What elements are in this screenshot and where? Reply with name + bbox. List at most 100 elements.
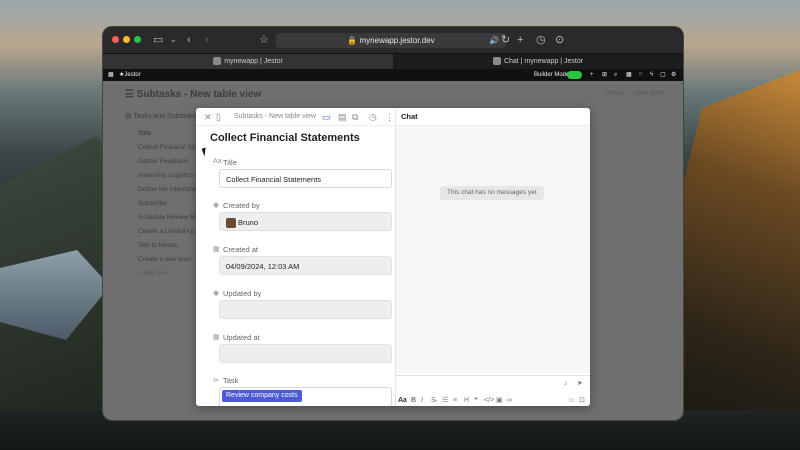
code-icon[interactable]: </> — [484, 396, 494, 405]
brand-label: Jestor — [124, 72, 141, 78]
flash-icon[interactable]: ϟ — [650, 69, 653, 81]
history-clock-icon[interactable]: ◷ — [536, 33, 546, 47]
created-at-field: 04/09/2024, 12:03 AM — [219, 256, 392, 275]
table-row[interactable]: Define the Internship — [138, 186, 198, 193]
title-input[interactable]: Collect Financial Statements — [219, 169, 392, 188]
zoom-window-button[interactable] — [134, 36, 141, 43]
close-window-button[interactable] — [112, 36, 119, 43]
numbered-list-icon[interactable]: ≡ — [453, 396, 457, 405]
jestor-top-bar: ▦ ★ Jestor Builder Mode + ⊞ ⌕ ▦ ⁙ ϟ ▢ ⚙ — [103, 69, 683, 81]
table-row[interactable]: Subscribe — [138, 200, 167, 207]
table-row[interactable]: Internship Logistics — [138, 172, 194, 179]
minimize-window-button[interactable] — [123, 36, 130, 43]
table-row[interactable]: Schedule Review M — [138, 214, 195, 221]
jestor-favicon-icon — [213, 57, 222, 66]
link-icon[interactable]: ∞ — [507, 396, 512, 405]
chat-bubble-icon[interactable]: ▭ — [322, 111, 331, 123]
created-by-value: Bruno — [238, 218, 259, 227]
table-row[interactable]: Gather Feedback — [138, 158, 188, 165]
strikethrough-icon[interactable]: S̶ — [431, 396, 436, 405]
copy-icon[interactable]: ⧉ — [352, 111, 358, 123]
page-title-text: Subtasks - New table view — [136, 89, 262, 100]
audio-icon[interactable]: 🔊 — [489, 34, 499, 48]
heading-icon[interactable]: H — [464, 396, 469, 405]
image-icon[interactable]: ▣ — [496, 396, 503, 405]
label-text: Created by — [223, 201, 260, 210]
field-label-updated-at: ▦ Updated at — [213, 333, 260, 342]
task-chip[interactable]: Review company costs — [222, 390, 302, 402]
add-icon[interactable]: + — [590, 69, 594, 81]
sidebar-heading-text: Tasks and Subtasks — [133, 113, 196, 120]
jestor-brand[interactable]: ★ Jestor — [119, 69, 141, 81]
italic-icon[interactable]: I — [421, 396, 423, 405]
updated-by-field — [219, 300, 392, 319]
table-row[interactable]: Collect Financial Sta — [138, 144, 197, 151]
downloads-icon[interactable]: ⊙ — [555, 33, 564, 47]
builder-mode-toggle[interactable] — [567, 71, 582, 79]
chevron-down-icon[interactable]: ⌄ — [170, 33, 177, 47]
bold-icon[interactable]: B — [411, 396, 416, 405]
field-label-updated-by: ◉ Updated by — [213, 289, 262, 298]
microphone-icon[interactable]: ♪ — [564, 379, 568, 388]
bookmark-star-icon[interactable]: ☆ — [259, 33, 269, 47]
close-icon[interactable]: ✕ — [204, 111, 212, 123]
created-by-field: Bruno — [219, 212, 392, 231]
history-icon[interactable]: ◷ — [369, 111, 377, 123]
emoji-icon[interactable]: ☺ — [568, 396, 575, 405]
tab-label: mynewapp | Jestor — [224, 58, 283, 65]
add-row-button[interactable]: + Add row — [138, 270, 167, 277]
updated-at-field — [219, 344, 392, 363]
forward-arrow-icon[interactable]: › — [205, 33, 209, 47]
format-toggle-button[interactable]: Aa — [398, 396, 407, 405]
send-icon[interactable]: ➤ — [577, 379, 583, 388]
settings-gear-icon[interactable]: ⚙ — [671, 69, 676, 81]
chat-icon[interactable]: ▢ — [660, 69, 666, 81]
record-title: Collect Financial Statements — [210, 132, 360, 144]
table-row[interactable]: Create a new plan — [138, 256, 191, 263]
chat-messages-area — [396, 125, 590, 373]
more-options-icon[interactable]: ⋮ — [385, 111, 394, 123]
label-text: Task — [223, 376, 239, 385]
field-label-title: Aa Title — [213, 158, 237, 167]
jestor-favicon-icon — [492, 57, 501, 66]
chat-composer[interactable]: ♪ ➤ Aa B I S̶ ☰ ≡ H ❝ </> ▣ ∞ ☺ ⊡ — [396, 375, 590, 406]
add-row-label: Add row — [143, 270, 168, 277]
column-header-title[interactable]: Title — [138, 130, 151, 137]
attachment-icon[interactable]: ⊡ — [579, 396, 585, 405]
browser-tab-chat[interactable]: Chat | mynewapp | Jestor — [393, 54, 683, 70]
expand-panel-icon[interactable]: ▯ — [216, 111, 221, 123]
grid-icon[interactable]: ▦ — [626, 69, 632, 81]
sidebar-toggle-icon[interactable]: ▭ — [153, 33, 163, 47]
back-arrow-icon[interactable]: ‹ — [187, 33, 191, 47]
address-bar[interactable]: 🔒 mynewapp.jestor.dev — [276, 33, 506, 48]
sidebar-heading: ▤ Tasks and Subtasks — [125, 113, 196, 120]
label-text: Updated by — [223, 289, 262, 298]
page-title: ☰ Subtasks - New table view — [125, 89, 262, 100]
text-type-icon: Aa — [213, 158, 222, 165]
table-row[interactable]: Create a Linkedin p — [138, 228, 194, 235]
apps-menu-icon[interactable]: ⁙ — [638, 69, 643, 81]
table-row[interactable]: Talk to friends — [138, 242, 178, 249]
tab-label: Chat | mynewapp | Jestor — [503, 58, 584, 65]
label-text: Updated at — [223, 333, 260, 342]
new-tab-plus-icon[interactable]: + — [517, 33, 523, 47]
document-icon[interactable]: ▤ — [338, 111, 347, 123]
new-item-button[interactable]: New item — [634, 90, 663, 97]
lock-icon: 🔒 — [347, 36, 358, 45]
views-button[interactable]: Views — [605, 90, 624, 97]
browser-tab-strip: mynewapp | Jestor Chat | mynewapp | Jest… — [103, 53, 683, 70]
reload-icon[interactable]: ↻ — [501, 33, 510, 47]
empty-chat-message: This chat has no messages yet — [440, 186, 544, 200]
link-icon: ⊳ — [213, 377, 219, 384]
field-label-task: ⊳ Task — [213, 376, 239, 385]
calendar-icon: ▦ — [213, 246, 220, 253]
search-icon[interactable]: ⌕ — [614, 69, 617, 81]
record-detail-panel: ✕ ▯ Subtasks - New table view ▭ ▤ ⧉ ◷ ⋮ … — [196, 108, 590, 406]
apps-icon[interactable]: ⊞ — [602, 69, 607, 81]
field-label-created-by: ◉ Created by — [213, 201, 260, 210]
label-text: Title — [223, 158, 237, 167]
app-grid-icon[interactable]: ▦ — [108, 69, 114, 81]
bulleted-list-icon[interactable]: ☰ — [442, 396, 448, 405]
browser-tab-mynewapp[interactable]: mynewapp | Jestor — [103, 54, 393, 70]
quote-icon[interactable]: ❝ — [474, 396, 478, 405]
